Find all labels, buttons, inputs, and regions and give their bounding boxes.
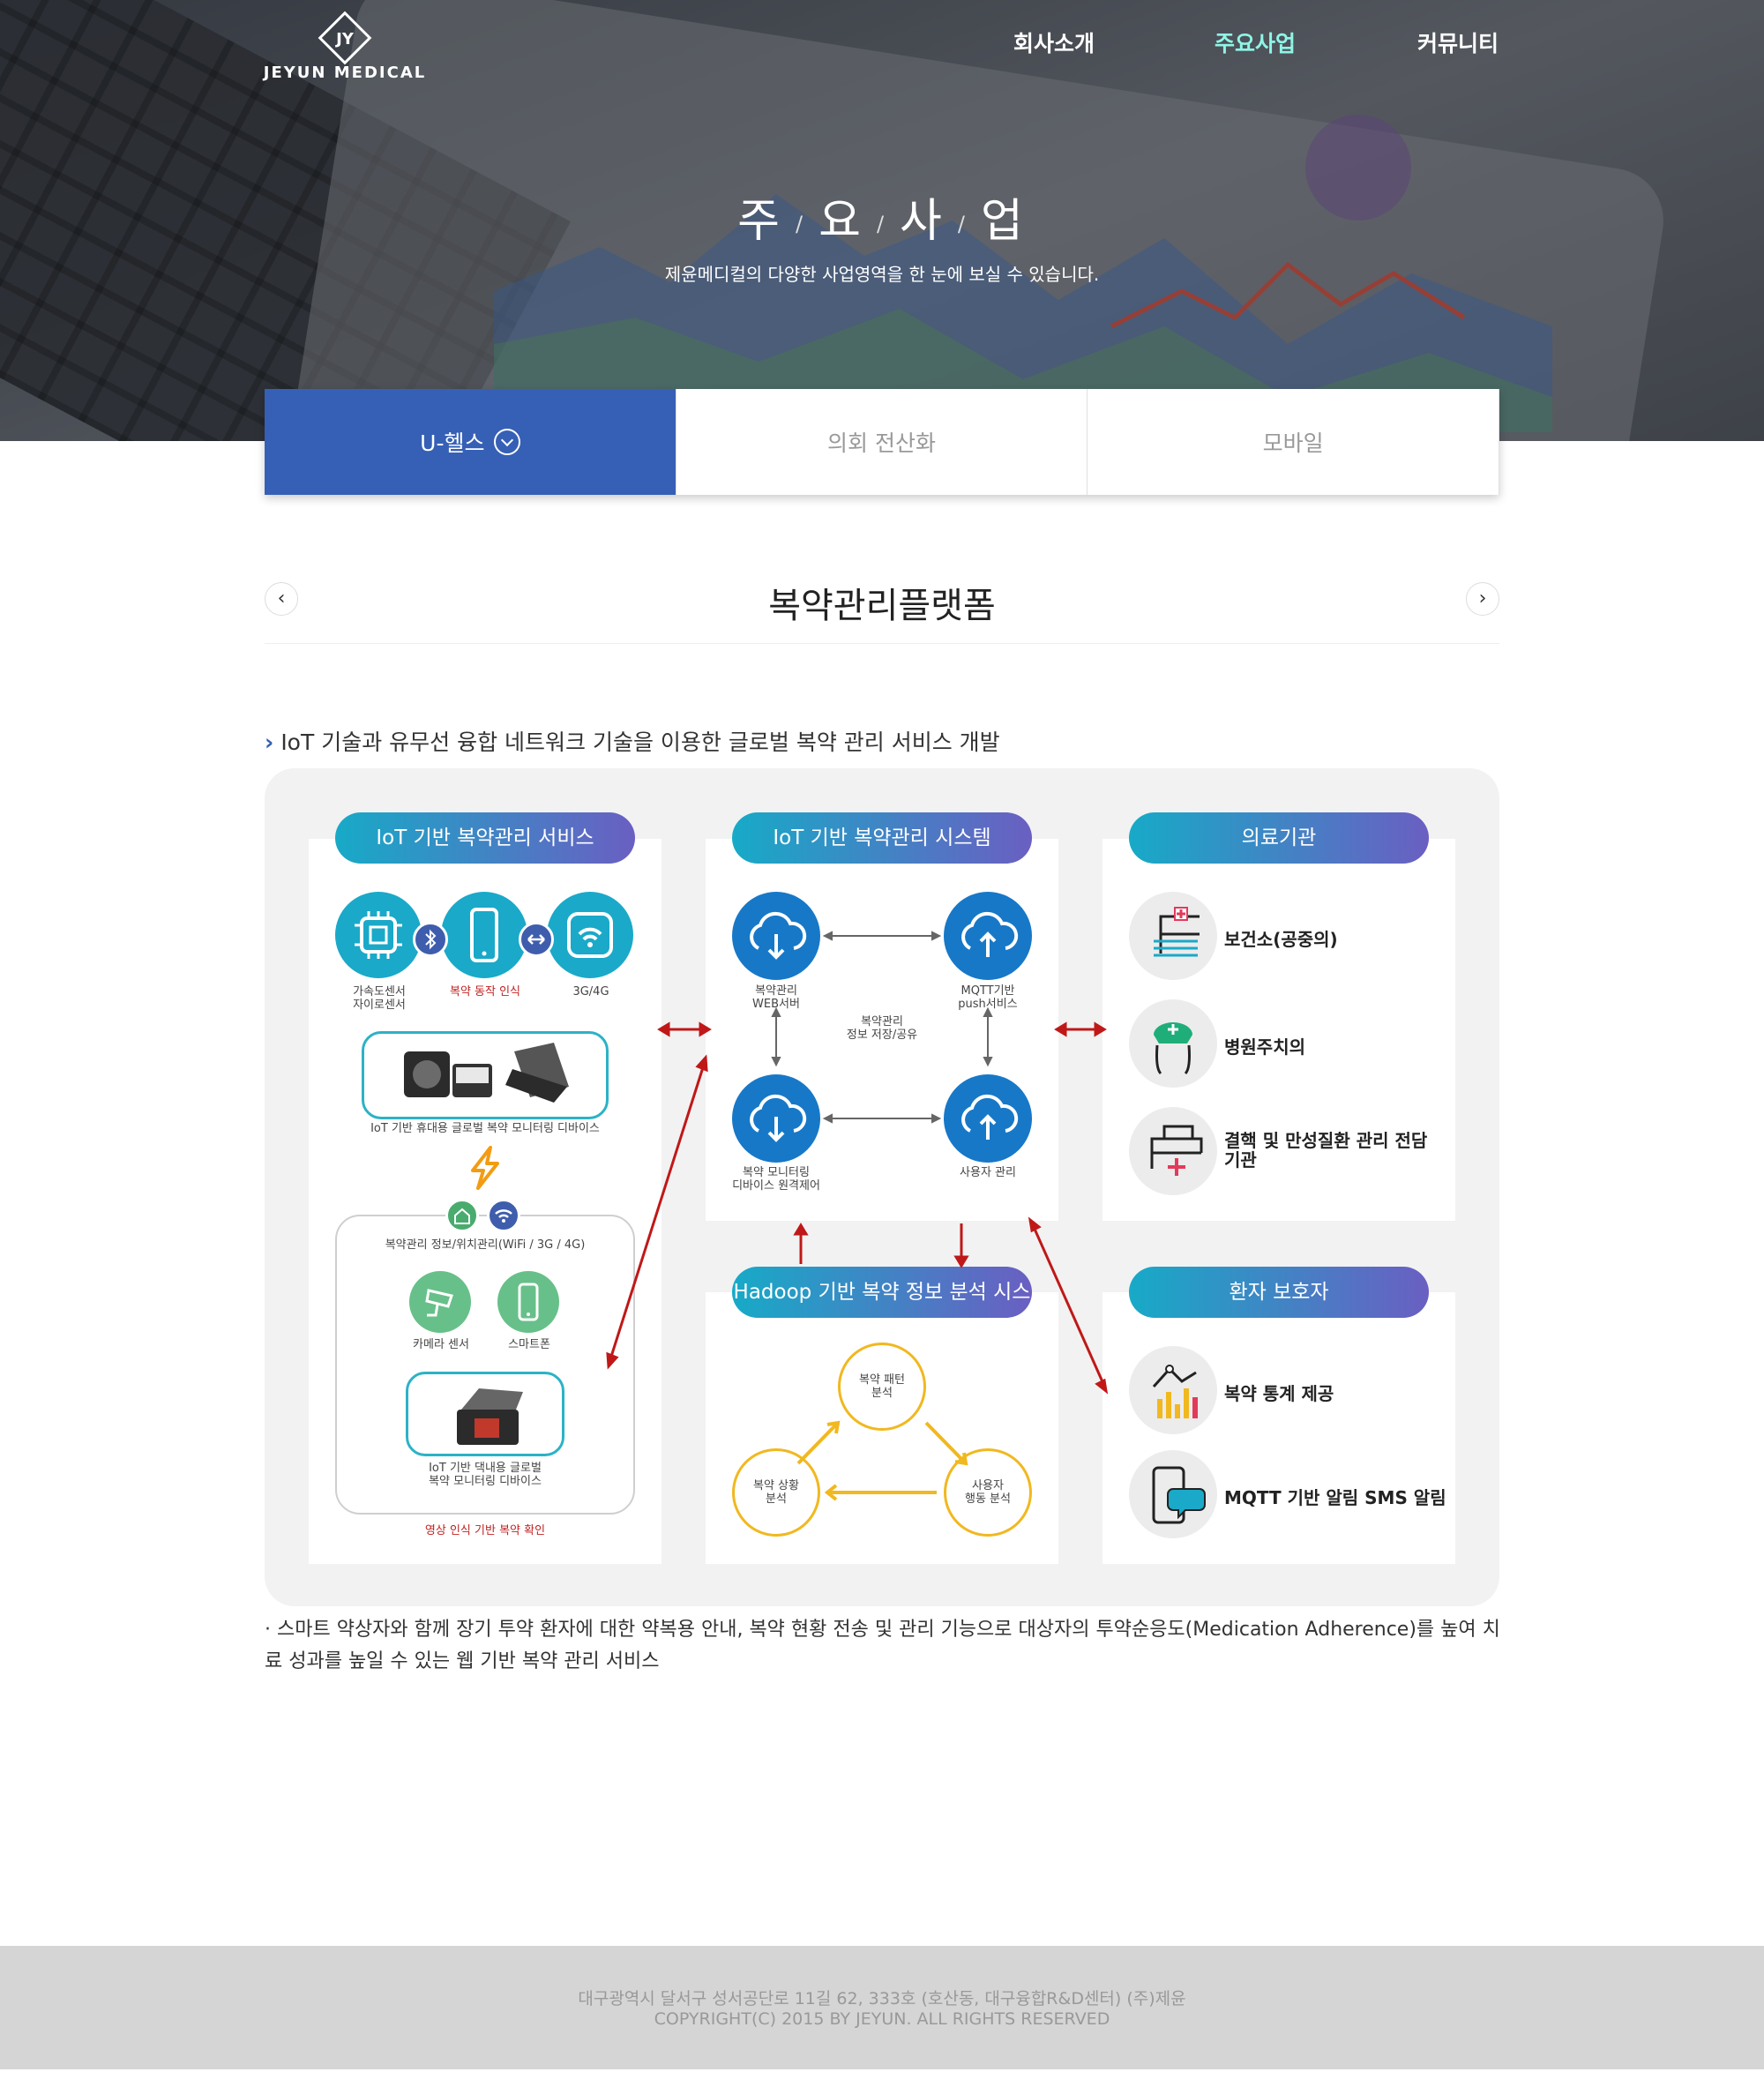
page: JY JEYUN MEDICAL 회사소개 주요사업 커뮤니티 주 / 요 / 사 / 업 … <box>0 0 1764 2087</box>
main-nav: 회사소개 주요사업 커뮤니티 <box>970 26 1517 88</box>
tab-mobile[interactable]: 모바일 <box>1088 389 1500 495</box>
page-title: 주 / 요 / 사 / 업 <box>737 195 1027 248</box>
flow-arrows <box>606 1021 1109 1395</box>
lead-text: › IoT 기술과 유무선 융합 네트워크 기술을 이용한 글로벌 복약 관리 서… <box>265 729 1000 755</box>
nav-item-business[interactable]: 주요사업 <box>1193 26 1317 58</box>
footer-copyright: COPYRIGHT(C) 2015 BY JEYUN. ALL RIGHTS R… <box>654 2009 1110 2029</box>
service-description: · 스마트 약상자와 함께 장기 투약 환자에 대한 약복용 안내, 복약 현황… <box>265 1619 1500 1672</box>
logo-mark-icon: JY <box>318 11 372 65</box>
section-header: ‹ 복약관리플랫폼 › <box>265 565 1499 644</box>
chevron-right-icon: › <box>265 729 274 755</box>
category-tabs: U-헬스 의회 전산화 모바일 <box>265 389 1500 495</box>
brand-name: JEYUN MEDICAL <box>263 64 427 82</box>
footer-address: 대구광역시 달서구 성서공단로 11길 62, 333호 (호산동, 대구융합R… <box>578 1989 1186 2008</box>
svg-text:JY: JY <box>334 30 355 49</box>
next-arrow-button[interactable]: › <box>1466 582 1499 616</box>
chevron-down-icon <box>493 429 520 455</box>
page-subtitle: 제윤메디컬의 다양한 사업영역을 한 눈에 보실 수 있습니다. <box>664 264 1100 285</box>
section-title: 복약관리플랫폼 <box>768 586 996 626</box>
nav-item-company[interactable]: 회사소개 <box>992 26 1116 58</box>
nav-item-community[interactable]: 커뮤니티 <box>1396 26 1520 58</box>
platform-diagram: IoT 기반 복약관리 서비스 IoT 기반 복약관리 시스템 의료기관 Had… <box>265 768 1499 1606</box>
brand-logo[interactable]: JY JEYUN MEDICAL <box>261 11 429 83</box>
tab-assembly-computerization[interactable]: 의회 전산화 <box>676 389 1088 495</box>
tab-u-health[interactable]: U-헬스 <box>265 389 676 495</box>
site-footer: 대구광역시 달서구 성서공단로 11길 62, 333호 (호산동, 대구융합R… <box>0 1946 1764 2069</box>
hero-banner: JY JEYUN MEDICAL 회사소개 주요사업 커뮤니티 주 / 요 / 사 / 업 … <box>0 0 1764 441</box>
